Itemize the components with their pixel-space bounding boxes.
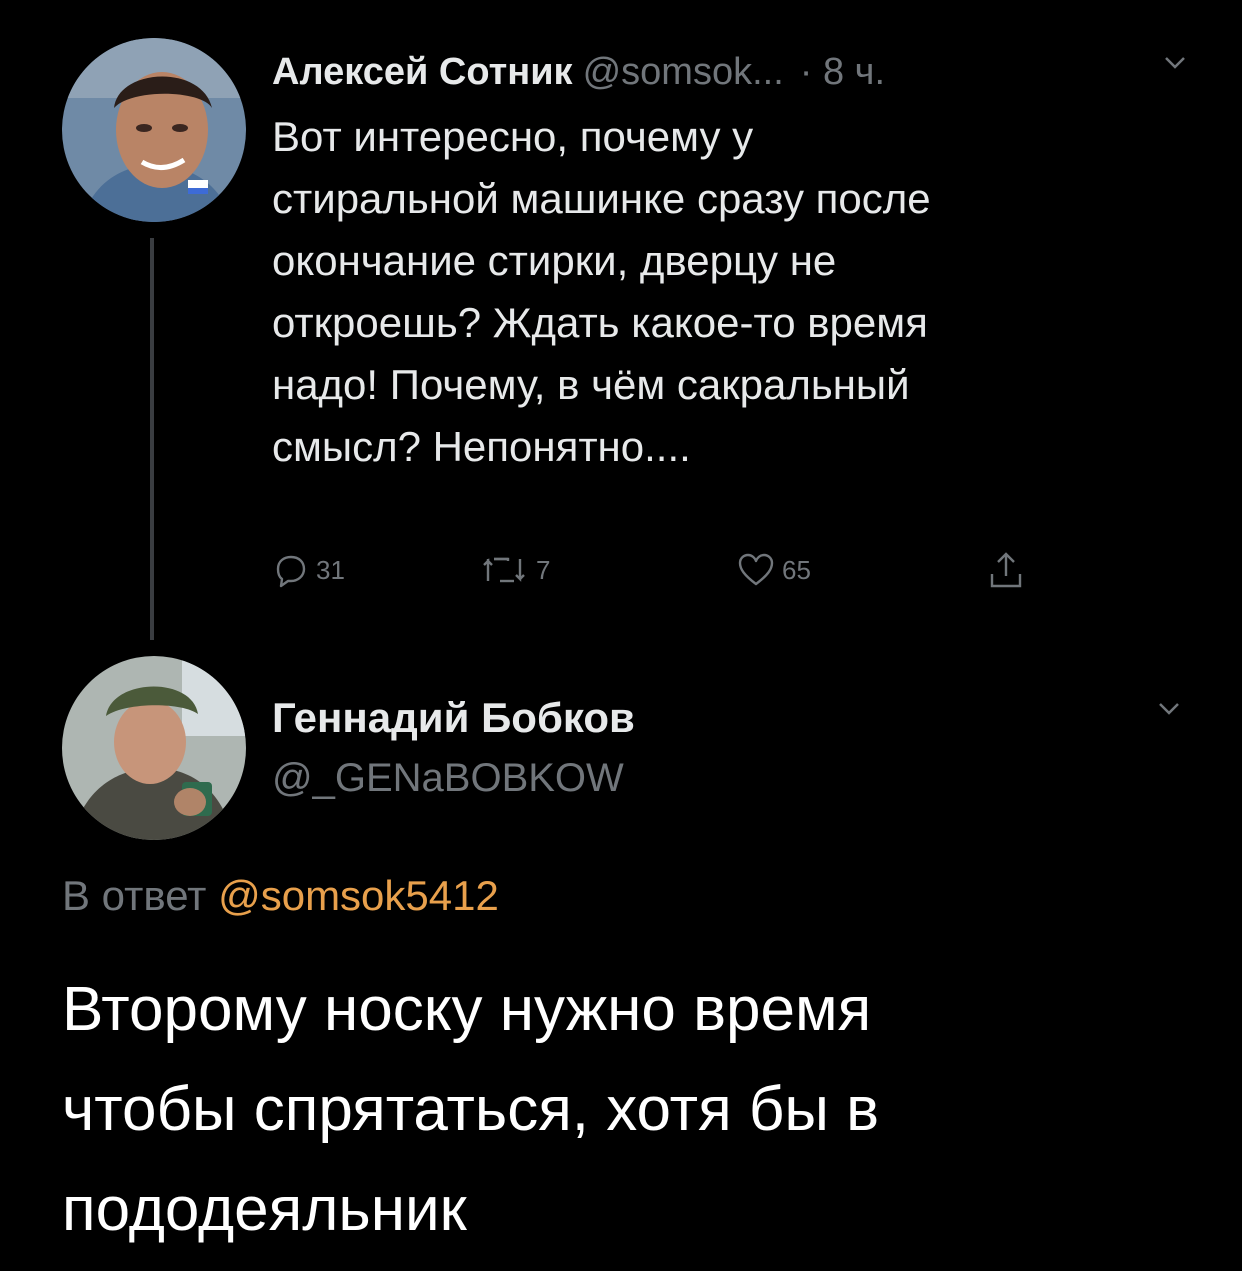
author-handle[interactable]: @somsok... <box>583 51 784 93</box>
reply-author-avatar[interactable] <box>62 656 246 840</box>
replying-to-mention[interactable]: @somsok5412 <box>218 872 499 919</box>
tweet-text-line: стиральной машинке сразу после <box>272 175 931 222</box>
retweet-button[interactable]: 7 <box>478 540 550 600</box>
tweet-text-line: смысл? Непонятно.... <box>272 423 691 470</box>
tweet-timestamp[interactable]: · 8 ч. <box>800 51 885 93</box>
chevron-down-icon[interactable] <box>1164 56 1186 70</box>
author-name[interactable]: Алексей Сотник <box>272 51 573 93</box>
reply-text-line: чтобы спрятаться, хотя бы в <box>62 1075 880 1144</box>
author-avatar[interactable] <box>62 38 246 222</box>
replying-to-prefix: В ответ <box>62 872 207 919</box>
reply-button[interactable]: 31 <box>272 540 345 600</box>
reply-text-line: Второму носку нужно время <box>62 975 872 1044</box>
reply-text-line: пододеяльник <box>62 1175 467 1244</box>
tweet-text-line: откроешь? Ждать какое-то время <box>272 299 928 346</box>
retweet-count: 7 <box>536 554 551 585</box>
tweet-header: Алексей Сотник @somsok... · 8 ч. <box>272 42 885 102</box>
reply-icon <box>276 555 306 588</box>
replying-to-line: В ответ @somsok5412 <box>62 866 499 926</box>
reply-text: Второму носку нужно время чтобы спрятать… <box>62 960 1212 1260</box>
tweet-actions-bar: 31 7 65 <box>272 540 1072 600</box>
tweet-text: Вот интересно, почему у стиральной машин… <box>272 106 1202 478</box>
tweet-text-line: окончание стирки, дверцу не <box>272 237 837 284</box>
reply-author-handle[interactable]: @_GENaBOBKOW <box>272 748 624 808</box>
like-count: 65 <box>782 554 811 585</box>
share-icon <box>990 552 1022 588</box>
retweet-icon <box>483 557 525 583</box>
thread-connector-line <box>150 238 154 640</box>
like-button[interactable]: 65 <box>736 540 811 600</box>
share-button[interactable] <box>988 540 1030 600</box>
reply-author-name[interactable]: Геннадий Бобков <box>272 688 635 748</box>
tweet-text-line: надо! Почему, в чём сакральный <box>272 361 910 408</box>
reply-count: 31 <box>316 554 345 585</box>
chevron-down-icon[interactable] <box>1158 702 1180 716</box>
like-icon <box>738 553 774 586</box>
author-avatar-image <box>62 38 246 222</box>
reply-author-avatar-image <box>62 656 246 840</box>
tweet-text-line: Вот интересно, почему у <box>272 113 754 160</box>
